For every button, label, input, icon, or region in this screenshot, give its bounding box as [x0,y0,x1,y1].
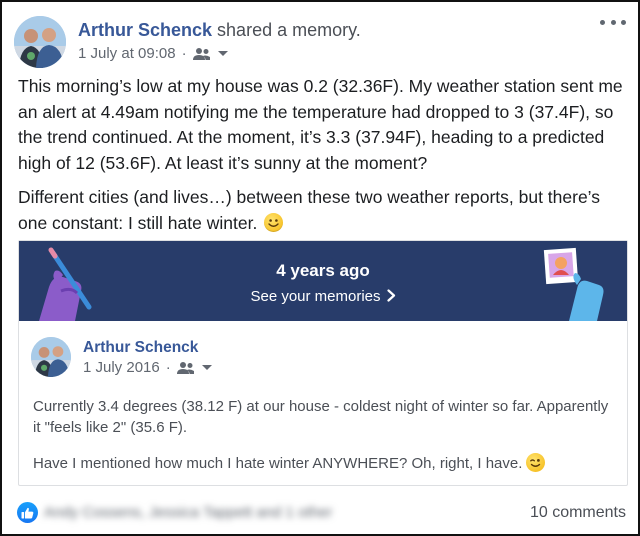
post-card: Arthur Schenck shared a memory. 1 July a… [0,0,640,536]
original-post-body: Currently 3.4 degrees (38.12 F) at our h… [33,396,617,489]
post-paragraph-text: Different cities (and lives…) between th… [18,187,601,233]
smile-emoji-icon [264,212,284,232]
post-timestamp[interactable]: 1 July at 09:08 [78,45,176,63]
shared-memory-text: shared a memory. [212,20,361,40]
wink-emoji-icon [526,453,546,472]
chevron-down-icon[interactable] [217,50,229,58]
post-paragraph-2: Different cities (and lives…) between th… [18,185,630,236]
post-header: Arthur Schenck shared a memory. [78,19,361,41]
post-body: This morning’s low at my house was 0.2 (… [18,74,630,245]
like-icon[interactable] [17,502,38,523]
more-options-icon[interactable] [600,14,626,30]
friends-icon[interactable] [176,361,195,375]
years-ago-title: 4 years ago [276,261,370,280]
chevron-down-icon[interactable] [201,364,213,372]
chevron-right-icon [386,288,396,308]
original-paragraph: Currently 3.4 degrees (38.12 F) at our h… [33,398,609,436]
post-paragraph: This morning’s low at my house was 0.2 (… [18,76,623,173]
original-post-date[interactable]: 1 July 2016 [83,359,160,377]
original-author-name-link[interactable]: Arthur Schenck [83,338,198,357]
memory-banner[interactable]: 4 years ago See your memories [19,241,627,321]
author-avatar[interactable] [14,16,66,68]
friends-icon[interactable] [192,47,211,61]
see-memories-link[interactable]: See your memories [19,287,627,308]
post-meta: 1 July at 09:08 · [78,45,229,63]
hand-holding-photo-icon [543,247,604,321]
original-author-avatar[interactable] [31,337,71,377]
meta-separator: · [181,45,187,62]
reactors-list[interactable]: Andy Cossens, Jessica Tappett and 1 othe… [44,504,332,521]
hand-holding-pencil-icon [39,247,92,321]
original-paragraph-2: Have I mentioned how much I hate winter … [33,453,617,474]
original-paragraph-text: Have I mentioned how much I hate winter … [33,455,523,472]
see-memories-label: See your memories [250,288,381,305]
memory-card: 4 years ago See your memories Arthur Sch… [18,240,628,486]
author-name-link[interactable]: Arthur Schenck [78,20,212,40]
original-post-meta: 1 July 2016 · [83,359,213,377]
comments-count-link[interactable]: 10 comments [530,504,626,522]
meta-separator: · [165,359,171,376]
